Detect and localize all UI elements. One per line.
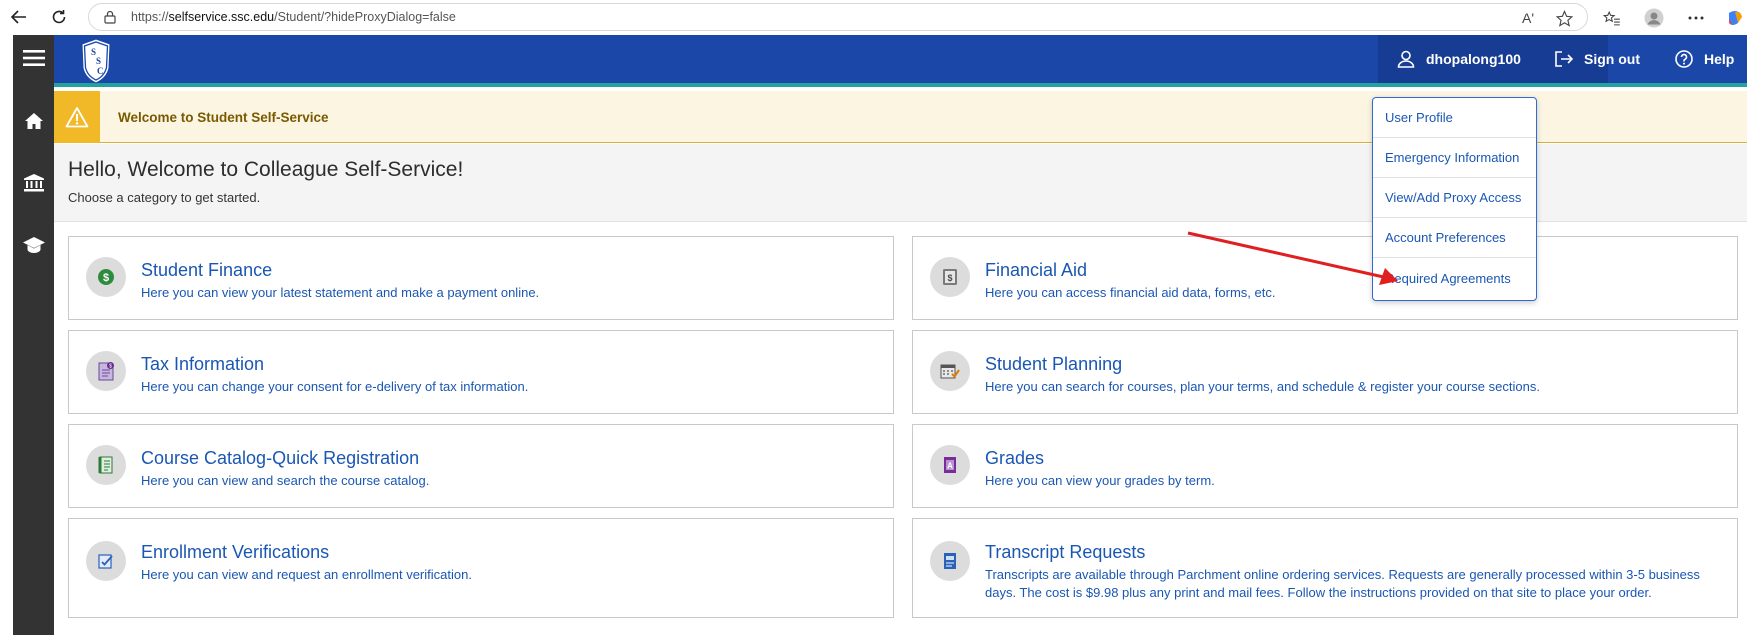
- svg-text:C: C: [97, 66, 104, 76]
- card-title[interactable]: Financial Aid: [985, 260, 1087, 281]
- money-bill-icon: $: [930, 257, 970, 297]
- svg-text:$: $: [947, 273, 952, 283]
- card-grades[interactable]: A Grades Here you can view your grades b…: [912, 424, 1738, 508]
- favorites-list-icon[interactable]: [1600, 7, 1624, 29]
- card-course-catalog[interactable]: Course Catalog-Quick Registration Here y…: [68, 424, 894, 508]
- user-account-button[interactable]: dhopalong100: [1396, 35, 1521, 83]
- profile-avatar-icon[interactable]: [1642, 7, 1666, 29]
- svg-text:$: $: [109, 364, 112, 370]
- menu-item-account-preferences[interactable]: Account Preferences: [1373, 218, 1536, 258]
- card-description: Here you can view and request an enrollm…: [141, 567, 472, 582]
- home-icon[interactable]: [13, 101, 54, 141]
- banner-message: Welcome to Student Self-Service: [118, 109, 329, 125]
- card-title[interactable]: Enrollment Verifications: [141, 542, 329, 563]
- help-button[interactable]: Help: [1674, 35, 1734, 83]
- menu-item-proxy-access[interactable]: View/Add Proxy Access: [1373, 178, 1536, 218]
- sign-out-button[interactable]: Sign out: [1554, 35, 1640, 83]
- dollar-coin-icon: $: [86, 257, 126, 297]
- refresh-icon[interactable]: [48, 6, 70, 28]
- card-description: Here you can view your grades by term.: [985, 473, 1215, 488]
- svg-text:S: S: [96, 56, 101, 66]
- card-description: Here you can view and search the course …: [141, 473, 430, 488]
- card-student-planning[interactable]: Student Planning Here you can search for…: [912, 330, 1738, 414]
- card-title[interactable]: Grades: [985, 448, 1044, 469]
- card-title[interactable]: Course Catalog-Quick Registration: [141, 448, 419, 469]
- warning-triangle-icon: [54, 91, 100, 143]
- more-options-icon[interactable]: [1684, 7, 1708, 29]
- favorite-star-icon[interactable]: [1552, 7, 1576, 29]
- help-label: Help: [1704, 51, 1735, 67]
- username-label: dhopalong100: [1426, 51, 1521, 67]
- card-title[interactable]: Transcript Requests: [985, 542, 1145, 563]
- card-transcript-requests[interactable]: Transcript Requests Transcripts are avai…: [912, 518, 1738, 618]
- sign-out-label: Sign out: [1584, 51, 1640, 67]
- hamburger-menu-icon[interactable]: [13, 38, 54, 78]
- menu-item-required-agreements[interactable]: Required Agreements: [1373, 258, 1536, 298]
- lock-icon: [103, 10, 117, 24]
- help-circle-icon: [1674, 49, 1694, 69]
- menu-item-emergency-information[interactable]: Emergency Information: [1373, 138, 1536, 178]
- page-title: Hello, Welcome to Colleague Self-Service…: [68, 158, 464, 181]
- svg-text:$: $: [103, 272, 109, 284]
- url-text: https://selfservice.ssc.edu/Student/?hid…: [131, 10, 456, 24]
- card-title[interactable]: Student Planning: [985, 354, 1122, 375]
- card-description: Here you can view your latest statement …: [141, 285, 540, 300]
- catalog-book-icon: [86, 445, 126, 485]
- bank-building-icon[interactable]: [13, 163, 54, 203]
- card-financial-aid[interactable]: $ Financial Aid Here you can access fina…: [912, 236, 1738, 320]
- back-arrow-icon[interactable]: [8, 6, 30, 28]
- address-bar[interactable]: https://selfservice.ssc.edu/Student/?hid…: [88, 3, 1588, 31]
- card-description: Here you can access financial aid data, …: [985, 285, 1276, 300]
- page-subtitle: Choose a category to get started.: [68, 190, 261, 205]
- sign-out-icon: [1554, 49, 1574, 69]
- user-icon: [1396, 49, 1416, 69]
- read-aloud-icon[interactable]: Aʹ: [1516, 7, 1540, 29]
- card-title[interactable]: Tax Information: [141, 354, 264, 375]
- verification-form-icon: [86, 541, 126, 581]
- copilot-icon[interactable]: [1724, 7, 1746, 29]
- transcript-icon: [930, 541, 970, 581]
- card-title[interactable]: Student Finance: [141, 260, 272, 281]
- app-header: S S C dhopalong100 Sign out Help: [54, 35, 1747, 87]
- tax-document-icon: $: [86, 351, 126, 391]
- card-student-finance[interactable]: $ Student Finance Here you can view your…: [68, 236, 894, 320]
- calendar-check-icon: [930, 351, 970, 391]
- user-dropdown-menu: User Profile Emergency Information View/…: [1372, 97, 1537, 301]
- menu-item-user-profile[interactable]: User Profile: [1373, 98, 1536, 138]
- card-description: Here you can search for courses, plan yo…: [985, 379, 1540, 394]
- card-tax-information[interactable]: $ Tax Information Here you can change yo…: [68, 330, 894, 414]
- left-navigation-rail: [13, 35, 54, 635]
- svg-text:A: A: [947, 462, 953, 471]
- card-enrollment-verifications[interactable]: Enrollment Verifications Here you can vi…: [68, 518, 894, 618]
- card-description: Here you can change your consent for e-d…: [141, 379, 529, 394]
- graduation-cap-icon[interactable]: [13, 225, 54, 265]
- ssc-shield-logo[interactable]: S S C: [80, 38, 112, 84]
- card-description: Transcripts are available through Parchm…: [985, 567, 1700, 600]
- grade-a-icon: A: [930, 445, 970, 485]
- browser-toolbar: https://selfservice.ssc.edu/Student/?hid…: [0, 0, 1747, 35]
